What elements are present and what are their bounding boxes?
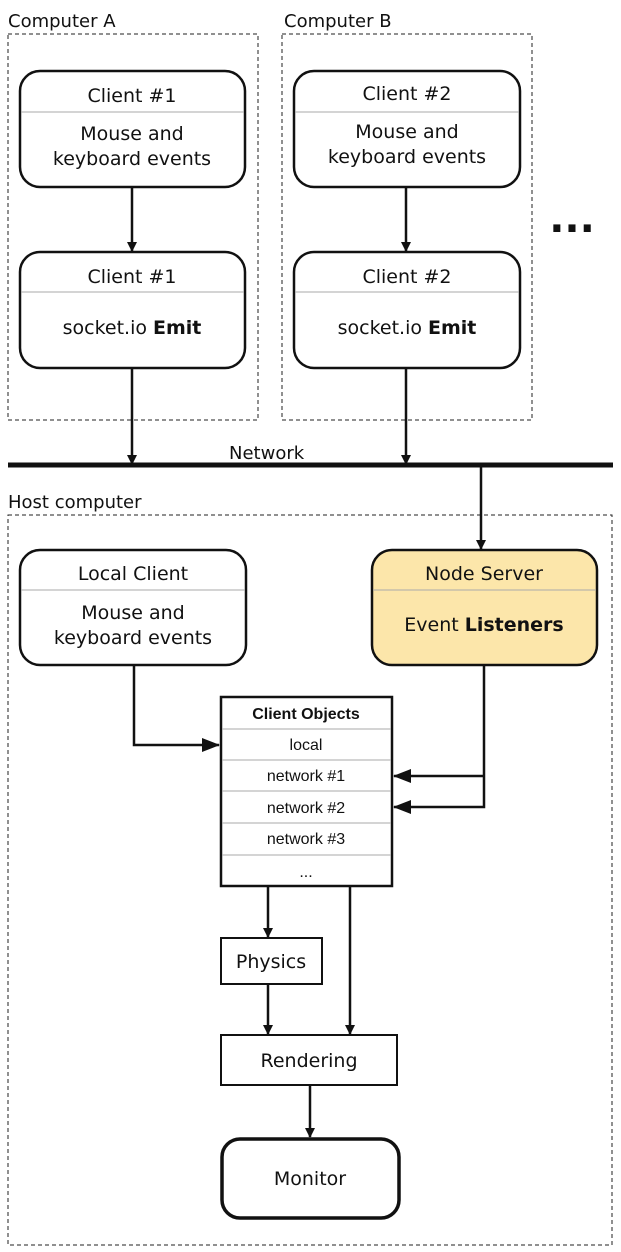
svg-text:socket.io Emit: socket.io Emit (63, 317, 202, 339)
client2-input-title: Client #2 (362, 83, 451, 105)
local-client-line2: keyboard events (54, 627, 212, 649)
client1-emit-text: socket.io (63, 317, 153, 339)
computer-a-label: Computer A (8, 11, 116, 32)
client1-emit-node: Client #1 socket.io Emit (18, 250, 247, 370)
client1-emit-bold: Emit (153, 317, 201, 339)
client1-input-line2: keyboard events (53, 148, 211, 170)
client2-input-node: Client #2 Mouse and keyboard events (292, 69, 522, 189)
client2-emit-bold: Emit (428, 317, 476, 339)
rendering-node: Rendering (220, 1034, 398, 1086)
more-clients-ellipsis: ... (549, 196, 595, 242)
architecture-diagram: Computer A Computer B Client #1 Mouse an… (7, 11, 613, 1246)
client1-input-title: Client #1 (87, 85, 176, 107)
node-server-text: Event (404, 614, 464, 636)
client1-input-node: Client #1 Mouse and keyboard events (18, 69, 247, 189)
svg-text:socket.io Emit: socket.io Emit (338, 317, 477, 339)
svg-text:Event Listeners: Event Listeners (404, 614, 563, 636)
computer-b-label: Computer B (284, 11, 392, 32)
physics-node: Physics (220, 937, 323, 985)
client2-input-line2: keyboard events (328, 146, 486, 168)
client-objects-row: local (290, 737, 323, 754)
node-server-node: Node Server Event Listeners (370, 548, 599, 667)
arrow-server-to-network2 (393, 665, 486, 814)
arrow-local-to-objects (132, 665, 220, 752)
monitor-node: Monitor (220, 1137, 401, 1220)
monitor-label: Monitor (274, 1168, 346, 1190)
physics-label: Physics (236, 951, 306, 973)
client-objects-row: network #2 (267, 800, 345, 817)
client-objects-header: Client Objects (252, 706, 360, 723)
client-objects-row: network #1 (267, 768, 345, 785)
client-objects-row: network #3 (267, 831, 345, 848)
node-server-bold: Listeners (465, 614, 564, 636)
client2-input-line1: Mouse and (355, 121, 458, 143)
network-label: Network (229, 443, 305, 464)
local-client-title: Local Client (78, 563, 188, 585)
rendering-label: Rendering (260, 1050, 357, 1072)
client2-emit-title: Client #2 (362, 266, 451, 288)
client1-input-line1: Mouse and (80, 123, 183, 145)
local-client-line1: Mouse and (81, 602, 184, 624)
client2-emit-text: socket.io (338, 317, 428, 339)
node-server-title: Node Server (425, 563, 543, 585)
client-objects-table: Client Objects local network #1 network … (219, 695, 394, 888)
client1-emit-title: Client #1 (87, 266, 176, 288)
host-label: Host computer (8, 492, 142, 513)
local-client-node: Local Client Mouse and keyboard events (18, 548, 248, 667)
client-objects-row: ... (299, 864, 312, 881)
client2-emit-node: Client #2 socket.io Emit (292, 250, 522, 370)
